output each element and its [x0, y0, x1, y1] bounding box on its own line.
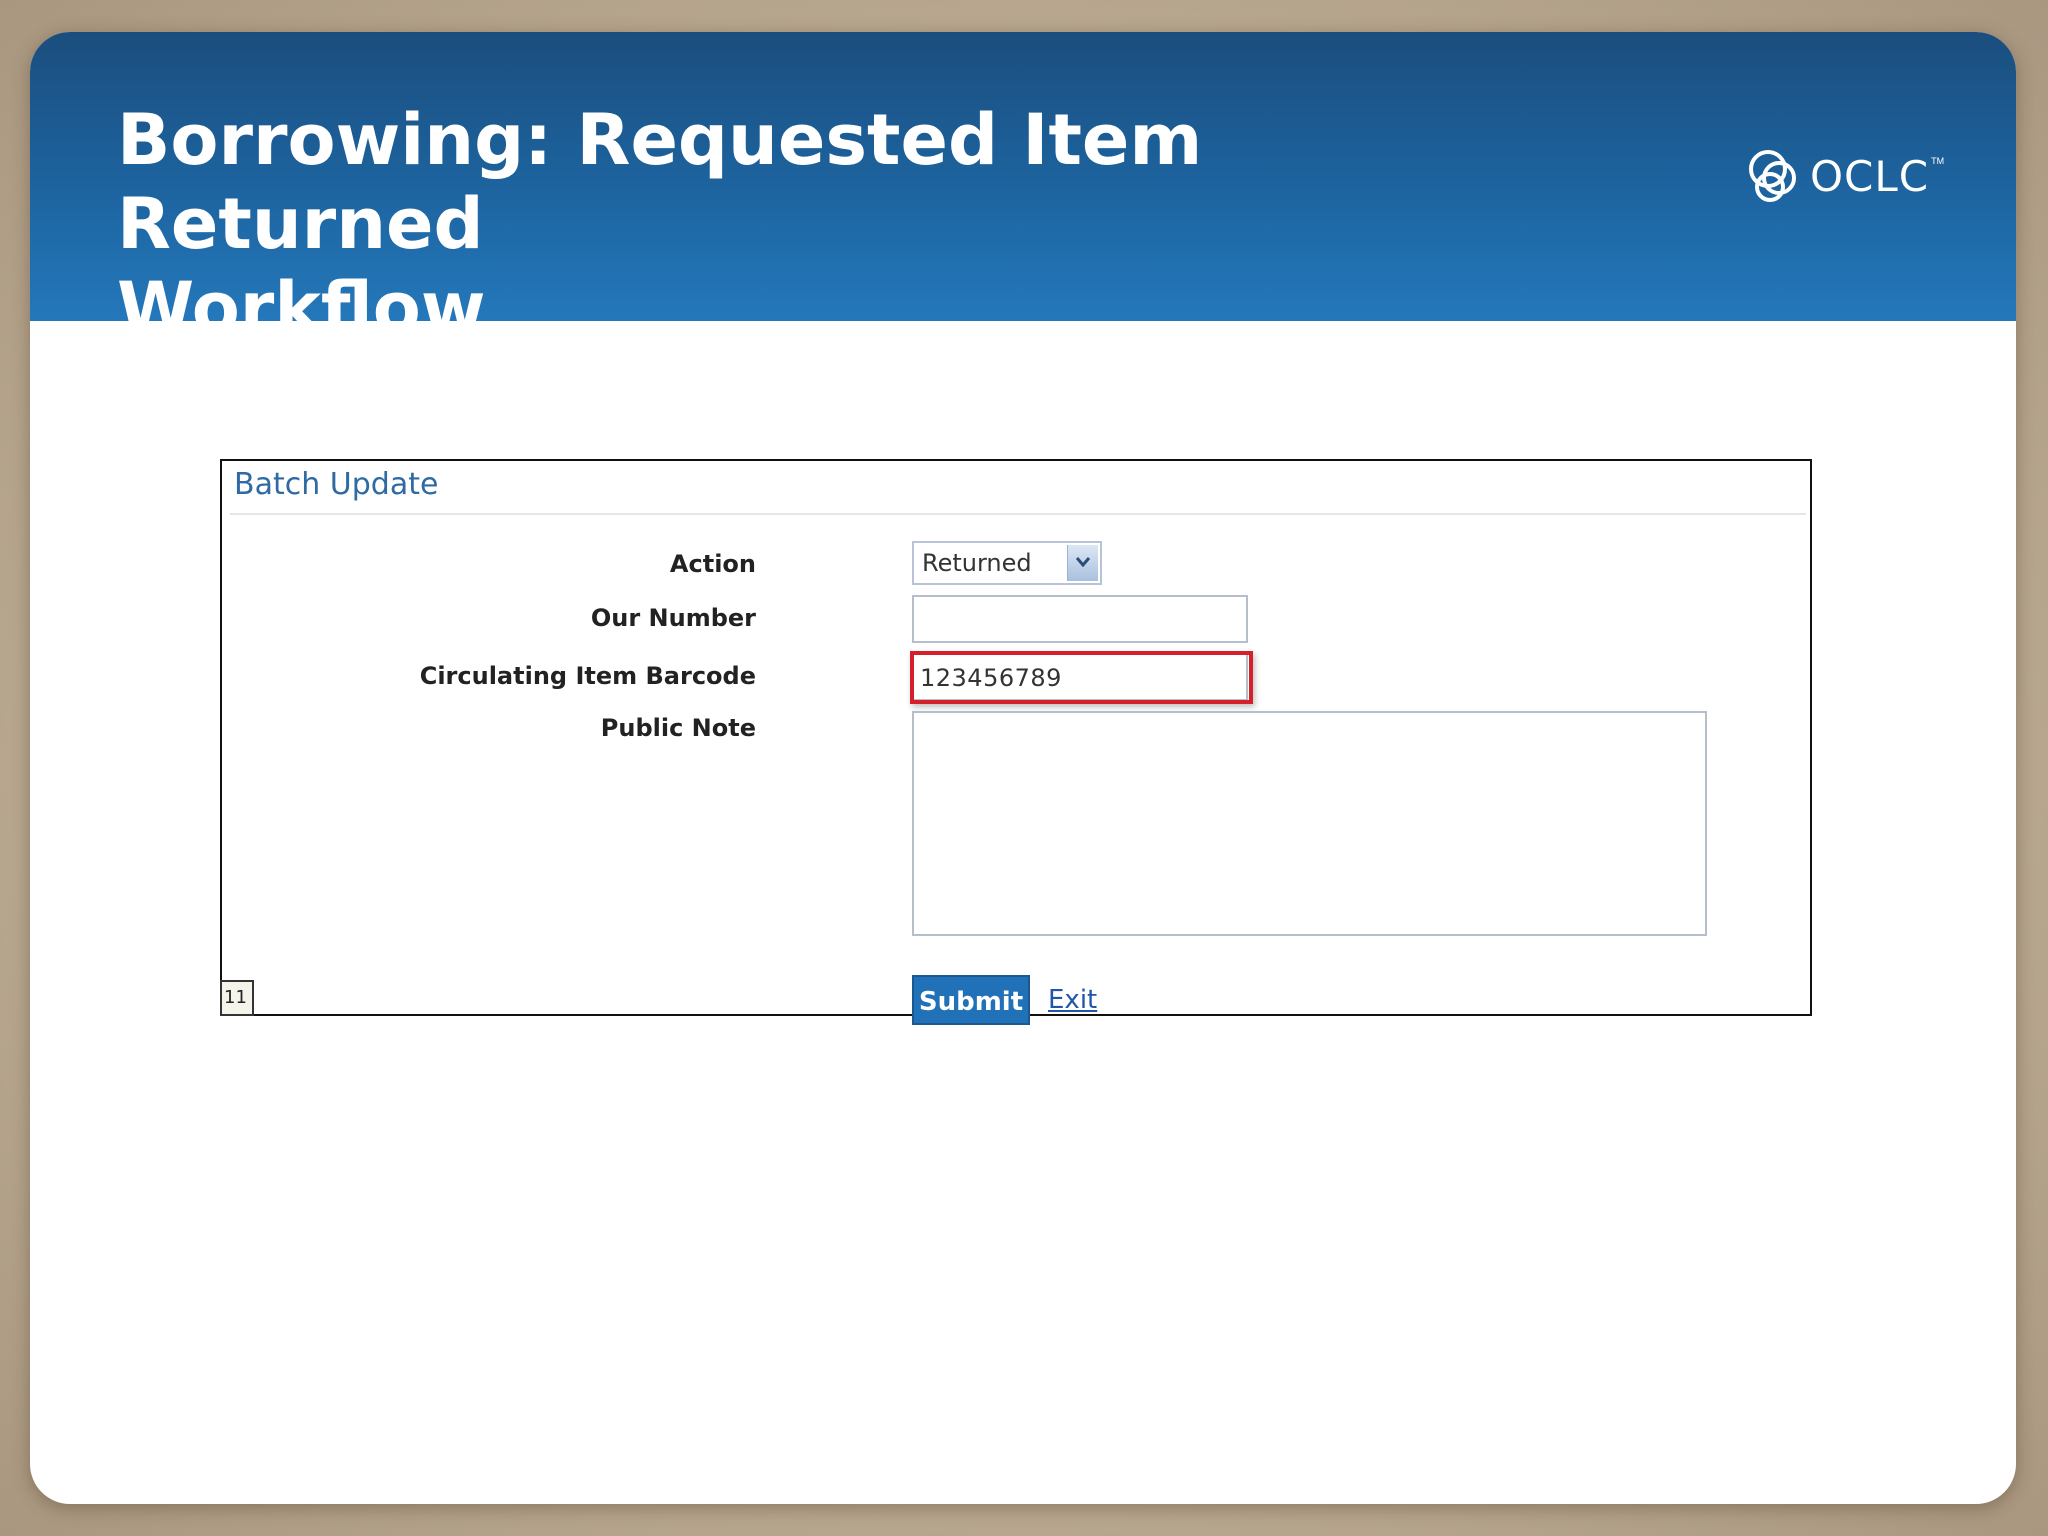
heading-divider — [230, 513, 1806, 515]
oclc-logo-icon — [1749, 150, 1796, 202]
action-select[interactable]: Returned — [912, 541, 1102, 585]
action-select-value: Returned — [922, 549, 1032, 577]
public-note-label: Public Note — [600, 714, 756, 742]
slide-title-line2: Workflow — [117, 267, 486, 349]
exit-link[interactable]: Exit — [1048, 985, 1097, 1015]
page-number-box: 11 — [220, 980, 254, 1016]
chevron-down-icon[interactable] — [1067, 545, 1098, 581]
action-label: Action — [669, 550, 756, 578]
our-number-label: Our Number — [590, 604, 756, 632]
batch-update-screenshot: Batch Update Action Returned Our Number … — [220, 459, 1812, 1025]
slide: Borrowing: Requested Item Returned Workf… — [30, 32, 2016, 1504]
submit-button[interactable]: Submit — [912, 975, 1030, 1025]
public-note-textarea[interactable] — [912, 711, 1707, 936]
logo-text: OCLC — [1810, 151, 1930, 201]
our-number-field[interactable] — [912, 595, 1248, 643]
slide-title-line1: Borrowing: Requested Item Returned — [117, 99, 1203, 265]
slide-title: Borrowing: Requested Item Returned Workf… — [117, 98, 1517, 350]
batch-update-heading: Batch Update — [234, 467, 439, 502]
oclc-logo: OCLC TM — [1746, 144, 1944, 208]
logo-trademark: TM — [1931, 156, 1945, 166]
barcode-label: Circulating Item Barcode — [419, 662, 756, 690]
slide-header: Borrowing: Requested Item Returned Workf… — [30, 32, 2016, 349]
barcode-highlight-box — [910, 651, 1253, 704]
